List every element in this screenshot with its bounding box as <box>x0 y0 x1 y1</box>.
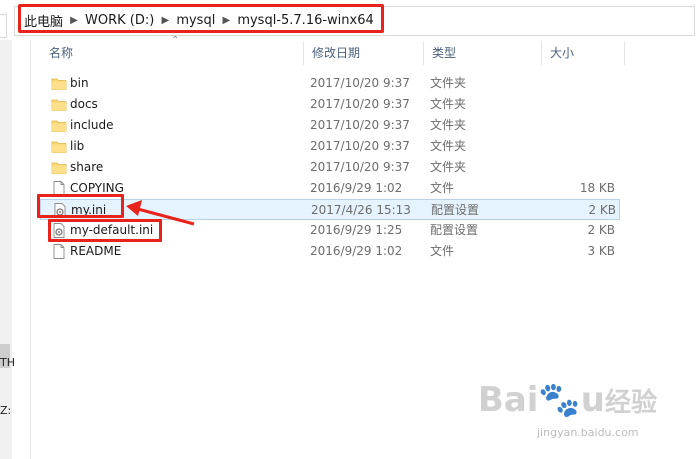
file-size <box>540 115 615 136</box>
file-date: 2016/9/29 1:02 <box>310 181 403 195</box>
file-type: 文件 <box>430 181 455 195</box>
file-date: 2016/9/29 1:02 <box>310 244 403 258</box>
file-row[interactable]: include 2017/10/20 9:37 文件夹 <box>40 115 620 136</box>
file-name: share <box>70 160 104 174</box>
file-name: bin <box>70 76 89 90</box>
watermark-logo: Bai🐾u经验 <box>477 380 657 420</box>
address-highlight-box <box>18 4 384 33</box>
file-size <box>540 73 615 94</box>
file-row[interactable]: lib 2017/10/20 9:37 文件夹 <box>40 136 620 157</box>
folder-icon <box>51 139 67 154</box>
file-type: 文件夹 <box>430 160 467 174</box>
file-date: 2017/10/20 9:37 <box>310 118 410 132</box>
column-name[interactable]: 名称 <box>41 41 304 65</box>
folder-icon <box>51 76 67 91</box>
pane-divider[interactable] <box>30 40 31 459</box>
folder-icon <box>51 160 67 175</box>
file-size: 18 KB <box>579 181 615 195</box>
file-type: 文件夹 <box>430 76 467 90</box>
file-size: 2 KB <box>587 223 615 237</box>
file-type: 文件夹 <box>430 139 467 153</box>
nav-item-fragment[interactable]: TH <box>0 356 15 369</box>
column-date[interactable]: 修改日期 <box>304 41 424 65</box>
file-size <box>540 136 615 157</box>
file-date: 2017/10/20 9:37 <box>310 139 410 153</box>
file-date: 2016/9/29 1:25 <box>310 223 403 237</box>
file-icon <box>51 244 67 259</box>
file-name: docs <box>70 97 98 111</box>
file-date: 2017/10/20 9:37 <box>310 160 410 174</box>
column-type[interactable]: 类型 <box>424 41 542 65</box>
file-size: 2 KB <box>588 203 616 217</box>
file-date: 2017/4/26 15:13 <box>311 203 411 217</box>
nav-item-fragment[interactable]: Z: <box>0 404 11 417</box>
watermark-url: jingyan.baidu.com <box>537 426 639 439</box>
file-type: 配置设置 <box>430 223 479 237</box>
column-size[interactable]: 大小 <box>542 41 625 65</box>
file-name: README <box>70 244 122 258</box>
column-header: ⌃ 名称 修改日期 类型 大小 <box>31 35 631 65</box>
file-size: 3 KB <box>587 244 615 258</box>
annotation-arrow <box>126 200 195 226</box>
file-type: 文件 <box>430 244 455 258</box>
file-name: lib <box>70 139 85 153</box>
file-date: 2017/10/20 9:37 <box>310 97 410 111</box>
file-date: 2017/10/20 9:37 <box>310 76 410 90</box>
file-name: include <box>70 118 114 132</box>
file-row[interactable]: docs 2017/10/20 9:37 文件夹 <box>40 94 620 115</box>
highlight-my-ini <box>37 194 124 218</box>
nav-pane-scrollbar[interactable] <box>0 40 12 459</box>
file-row[interactable]: bin 2017/10/20 9:37 文件夹 <box>40 73 620 94</box>
file-type: 文件夹 <box>430 97 467 111</box>
folder-icon <box>51 118 67 133</box>
file-row[interactable]: share 2017/10/20 9:37 文件夹 <box>40 157 620 178</box>
file-size <box>540 94 615 115</box>
folder-icon <box>51 97 67 112</box>
file-size <box>540 157 615 178</box>
file-row[interactable]: README 2016/9/29 1:02 文件 3 KB <box>40 241 620 262</box>
file-type: 文件夹 <box>430 118 467 132</box>
file-type: 配置设置 <box>431 203 480 217</box>
address-bar-area: 此电脑 ▶ WORK (D:) ▶ mysql ▶ mysql-5.7.16-w… <box>0 0 697 40</box>
back-control-stub[interactable] <box>0 14 7 38</box>
